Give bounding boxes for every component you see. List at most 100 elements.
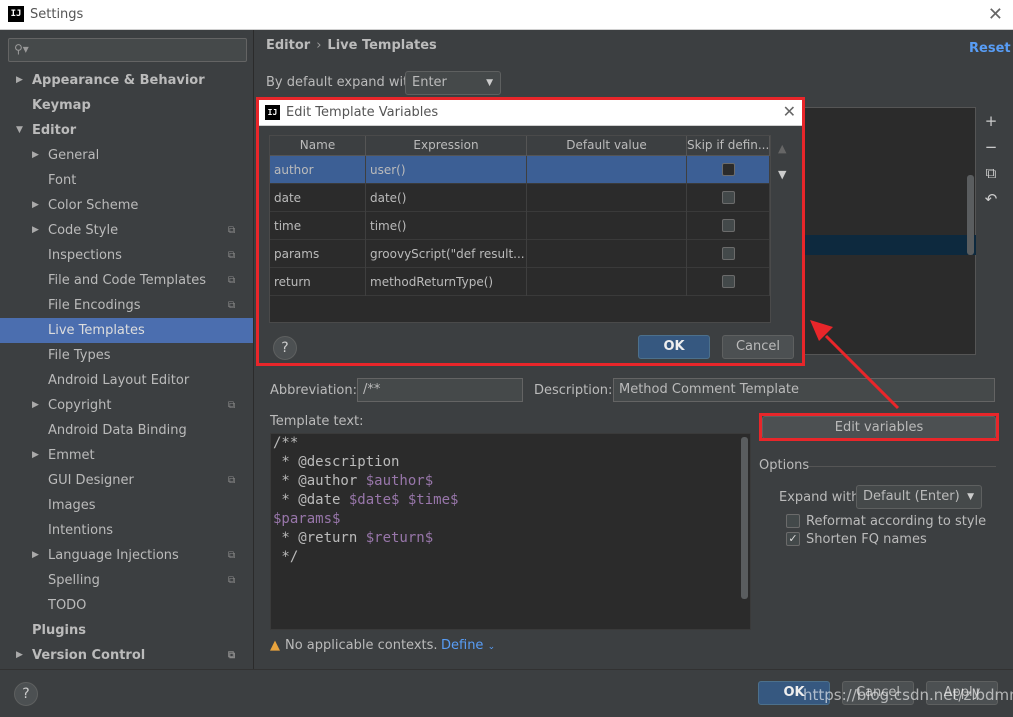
cell-skip[interactable] <box>687 268 770 296</box>
sidebar-item-copyright[interactable]: ▶ Copyright ⧉ <box>0 393 253 418</box>
cell-name[interactable]: author <box>270 156 366 184</box>
breadcrumb-parent[interactable]: Editor <box>266 38 310 53</box>
help-button[interactable]: ? <box>14 682 38 706</box>
sidebar-item-language-injections[interactable]: ▶ Language Injections ⧉ <box>0 543 253 568</box>
templates-list-scrollbar[interactable] <box>967 175 974 255</box>
sidebar-item-android-data-binding[interactable]: Android Data Binding <box>0 418 253 443</box>
expand-default-combo[interactable]: Enter ▼ <box>405 71 501 95</box>
chevron-right-icon[interactable]: ▶ <box>32 393 39 418</box>
column-header-default-value[interactable]: Default value <box>527 136 687 156</box>
dialog-help-button[interactable]: ? <box>273 336 297 360</box>
cell-name[interactable]: date <box>270 184 366 212</box>
cell-default[interactable] <box>527 184 687 212</box>
description-field[interactable]: Method Comment Template <box>613 378 995 402</box>
warning-message: ▲ No applicable contexts. <box>270 638 438 653</box>
cell-expression[interactable]: methodReturnType() <box>366 268 527 296</box>
skip-checkbox[interactable] <box>722 219 735 232</box>
cell-name[interactable]: return <box>270 268 366 296</box>
cell-default[interactable] <box>527 212 687 240</box>
column-header-skip[interactable]: Skip if defin... <box>687 136 770 156</box>
sidebar-item-plugins[interactable]: Plugins <box>0 618 253 643</box>
restore-icon[interactable]: ↶ <box>982 190 1000 208</box>
sidebar-item-version-control[interactable]: ▶ Version Control ⧉ <box>0 643 253 668</box>
splitter[interactable] <box>253 30 254 669</box>
skip-checkbox[interactable] <box>722 275 735 288</box>
sidebar-item-file-encodings[interactable]: File Encodings ⧉ <box>0 293 253 318</box>
skip-checkbox[interactable] <box>722 247 735 260</box>
close-icon[interactable]: ✕ <box>783 102 796 121</box>
variables-table[interactable]: Name Expression Default value Skip if de… <box>269 135 771 323</box>
cell-default[interactable] <box>527 240 687 268</box>
close-icon[interactable]: ✕ <box>988 4 1003 25</box>
copy-icon[interactable]: ⧉ <box>982 164 1000 182</box>
sidebar-item-color-scheme[interactable]: ▶ Color Scheme <box>0 193 253 218</box>
dialog-cancel-button[interactable]: Cancel <box>722 335 794 359</box>
chevron-right-icon[interactable]: ▶ <box>32 193 39 218</box>
variable-row-date[interactable]: date date() <box>270 184 770 212</box>
sidebar-item-font[interactable]: Font <box>0 168 253 193</box>
chevron-right-icon[interactable]: ▶ <box>32 443 39 468</box>
move-down-icon[interactable]: ▼ <box>778 168 786 181</box>
remove-icon[interactable]: − <box>982 138 1000 156</box>
sidebar-item-label: Spelling <box>48 573 100 588</box>
cell-expression[interactable]: date() <box>366 184 527 212</box>
variable-row-params[interactable]: params groovyScript("def result... <box>270 240 770 268</box>
sidebar-item-appearance-behavior[interactable]: ▶ Appearance & Behavior <box>0 68 253 93</box>
variable-row-author[interactable]: author user() <box>270 156 770 184</box>
dialog-ok-button[interactable]: OK <box>638 335 710 359</box>
abbreviation-field[interactable]: /** <box>357 378 523 402</box>
reformat-checkbox[interactable] <box>786 514 800 528</box>
sidebar-item-images[interactable]: Images <box>0 493 253 518</box>
cell-expression[interactable]: groovyScript("def result... <box>366 240 527 268</box>
skip-checkbox[interactable] <box>722 163 735 176</box>
cell-skip[interactable] <box>687 184 770 212</box>
cell-skip[interactable] <box>687 156 770 184</box>
sidebar-item-keymap[interactable]: Keymap <box>0 93 253 118</box>
cell-name[interactable]: params <box>270 240 366 268</box>
sidebar-item-live-templates[interactable]: Live Templates <box>0 318 253 343</box>
sidebar-item-gui-designer[interactable]: GUI Designer ⧉ <box>0 468 253 493</box>
cell-name[interactable]: time <box>270 212 366 240</box>
reset-link[interactable]: Reset <box>969 41 1011 56</box>
skip-checkbox[interactable] <box>722 191 735 204</box>
sidebar-item-file-and-code-templates[interactable]: File and Code Templates ⧉ <box>0 268 253 293</box>
cell-skip[interactable] <box>687 212 770 240</box>
template-text-editor[interactable]: /** * @description * @author $author$ * … <box>270 433 751 630</box>
sidebar-item-spelling[interactable]: Spelling ⧉ <box>0 568 253 593</box>
move-up-icon[interactable]: ▲ <box>778 142 786 155</box>
chevron-right-icon[interactable]: ▶ <box>32 218 39 243</box>
column-header-expression[interactable]: Expression <box>366 136 527 156</box>
chevron-down-icon[interactable]: ▼ <box>16 118 23 143</box>
sidebar-item-todo[interactable]: TODO <box>0 593 253 618</box>
sidebar-item-inspections[interactable]: Inspections ⧉ <box>0 243 253 268</box>
sidebar-item-general[interactable]: ▶ General <box>0 143 253 168</box>
chevron-right-icon[interactable]: ▶ <box>32 543 39 568</box>
reformat-label[interactable]: Reformat according to style <box>806 514 986 529</box>
shorten-fq-label[interactable]: Shorten FQ names <box>806 532 927 547</box>
chevron-right-icon[interactable]: ▶ <box>16 643 23 668</box>
cell-skip[interactable] <box>687 240 770 268</box>
editor-scrollbar[interactable] <box>741 437 748 599</box>
variable-row-return[interactable]: return methodReturnType() <box>270 268 770 296</box>
sidebar-item-intentions[interactable]: Intentions <box>0 518 253 543</box>
variable-row-time[interactable]: time time() <box>270 212 770 240</box>
sidebar-item-emmet[interactable]: ▶ Emmet <box>0 443 253 468</box>
sidebar-item-file-types[interactable]: File Types <box>0 343 253 368</box>
define-link[interactable]: Define ⌄ <box>441 638 495 653</box>
abbreviation-label: Abbreviation: <box>270 383 358 398</box>
sidebar-item-editor[interactable]: ▼ Editor <box>0 118 253 143</box>
cell-expression[interactable]: time() <box>366 212 527 240</box>
chevron-right-icon[interactable]: ▶ <box>32 143 39 168</box>
expand-with-combo[interactable]: Default (Enter) ▼ <box>856 485 982 509</box>
sidebar-item-android-layout-editor[interactable]: Android Layout Editor <box>0 368 253 393</box>
column-header-name[interactable]: Name <box>270 136 366 156</box>
sidebar-item-code-style[interactable]: ▶ Code Style ⧉ <box>0 218 253 243</box>
cell-default[interactable] <box>527 156 687 184</box>
shorten-fq-checkbox[interactable]: ✓ <box>786 532 800 546</box>
search-input[interactable]: ⚲▾ <box>8 38 247 62</box>
cell-default[interactable] <box>527 268 687 296</box>
chevron-right-icon[interactable]: ▶ <box>16 68 23 93</box>
project-scope-icon: ⧉ <box>228 650 236 661</box>
cell-expression[interactable]: user() <box>366 156 527 184</box>
add-icon[interactable]: + <box>982 112 1000 130</box>
